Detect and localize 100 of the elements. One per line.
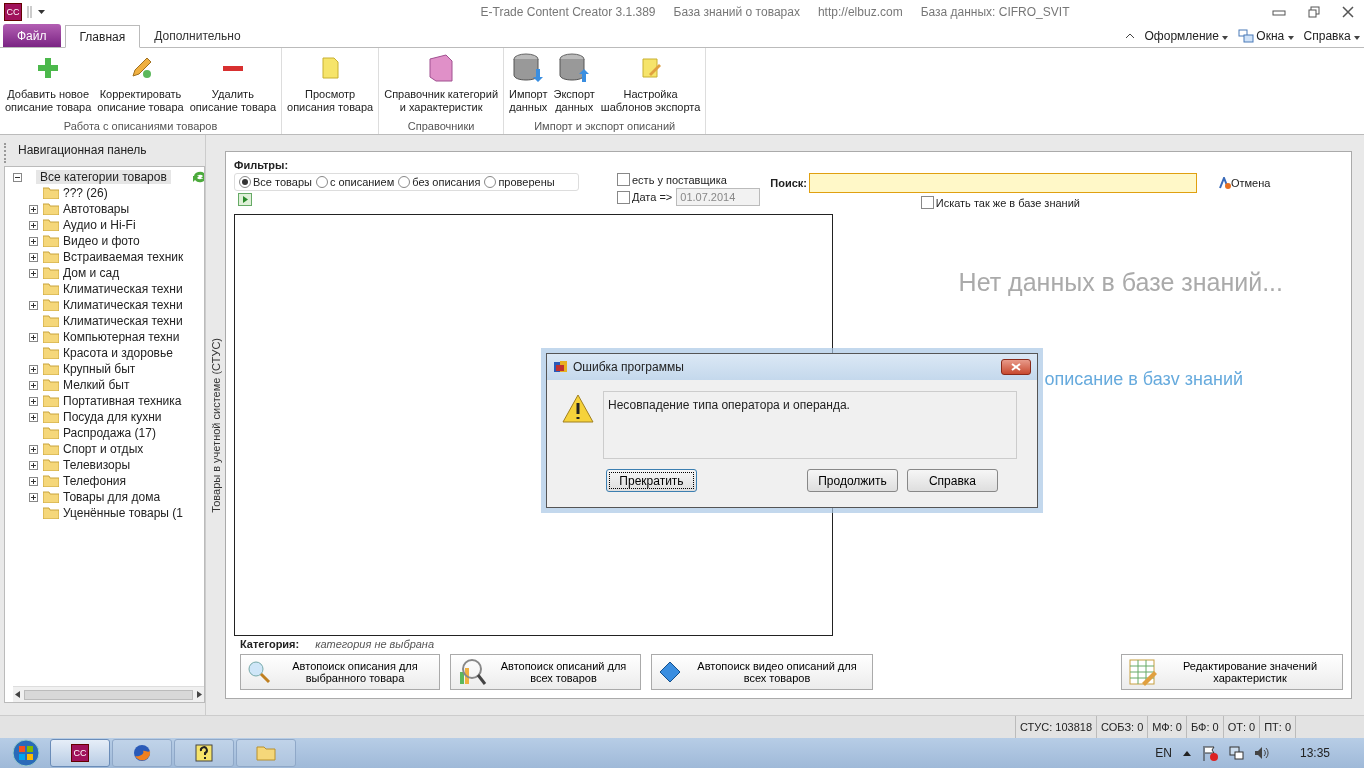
autosearch-button[interactable]: Автопоиск видео описаний для всех товаров — [651, 654, 873, 690]
search-field[interactable] — [808, 173, 1197, 193]
refresh-icon[interactable] — [192, 170, 204, 184]
tree-item[interactable]: Дом и сад — [59, 266, 124, 280]
search-label: Поиск: — [770, 177, 807, 189]
expand-icon[interactable] — [29, 236, 38, 246]
tree-item[interactable]: Красота и здоровье — [59, 346, 177, 360]
close-icon[interactable] — [1342, 6, 1354, 18]
collapse-ribbon-icon[interactable] — [1124, 31, 1135, 40]
tree-item[interactable]: Телевизоры — [59, 458, 135, 472]
tree-item[interactable]: Автотовары — [59, 202, 134, 216]
tree-item[interactable]: Компьютерная техни — [59, 330, 184, 344]
menu-dropdown[interactable]: Окна — [1256, 28, 1294, 43]
close-button[interactable] — [1001, 359, 1031, 375]
clock[interactable]: 13:35 — [1299, 746, 1330, 760]
cancel-link[interactable]: Отмена — [1218, 177, 1271, 189]
network-icon[interactable] — [1227, 745, 1244, 761]
supplier-checkbox[interactable]: есть у поставщика — [617, 173, 761, 186]
expand-icon[interactable] — [29, 476, 38, 486]
dialog-button[interactable]: Продолжить — [807, 469, 898, 492]
tree-item[interactable]: Климатическая техни — [59, 282, 187, 296]
tree-item[interactable]: Портативная техника — [59, 394, 186, 408]
tree-item[interactable]: Видео и фото — [59, 234, 144, 248]
tree-item[interactable]: Климатическая техни — [59, 314, 187, 328]
dialog-button[interactable]: Прекратить — [606, 469, 697, 492]
language-indicator[interactable]: EN — [1155, 746, 1172, 760]
expand-icon[interactable] — [29, 220, 38, 230]
folder-icon — [43, 267, 59, 279]
ribbon-button[interactable]: Удалить описание товара — [186, 48, 280, 120]
ribbon-tab[interactable]: Главная — [64, 25, 141, 48]
quick-access-menu-icon[interactable] — [26, 5, 48, 19]
expand-icon[interactable] — [29, 460, 38, 470]
ribbon-button[interactable]: Корректировать описание товара — [94, 48, 187, 120]
expand-icon[interactable] — [29, 492, 38, 502]
expand-icon[interactable] — [29, 396, 38, 406]
tree-item[interactable]: Аудио и Hi-Fi — [59, 218, 140, 232]
collapse-icon[interactable] — [13, 172, 22, 182]
taskbar-button[interactable] — [174, 739, 234, 767]
ribbon-tab[interactable]: Дополнительно — [140, 24, 255, 47]
play-icon[interactable] — [238, 193, 252, 206]
file-menu-button[interactable]: Файл — [3, 24, 61, 47]
tree-item[interactable]: Распродажа (17) — [59, 426, 160, 440]
tree-item[interactable]: Посуда для кухни — [59, 410, 166, 424]
ribbon-button[interactable]: Просмотр описания товара — [284, 48, 377, 120]
expand-icon[interactable] — [29, 300, 38, 310]
side-panel-tab[interactable]: Товары в учетной системе (СТУС) — [205, 135, 225, 715]
tree-item[interactable]: Товары для дома — [59, 490, 165, 504]
ribbon-group-title: Работа с описаниями товаров — [63, 120, 218, 132]
minimize-icon[interactable] — [1272, 7, 1286, 17]
expand-icon[interactable] — [29, 412, 38, 422]
expand-icon[interactable] — [29, 444, 38, 454]
ribbon-button[interactable]: Настройка шаблонов экспорта — [597, 48, 704, 120]
restore-icon[interactable] — [1308, 6, 1320, 18]
tree-item[interactable]: ??? (26) — [59, 186, 112, 200]
ribbon-button[interactable]: Справочник категорий и характеристик — [381, 48, 502, 120]
ribbon-button[interactable]: Экспорт данных — [550, 48, 598, 120]
filter-radio[interactable]: проверены — [484, 176, 555, 188]
windows-icon — [1238, 28, 1255, 43]
tree-item[interactable]: Крупный быт — [59, 362, 140, 376]
date-checkbox[interactable]: Дата => — [617, 190, 673, 204]
flag-icon[interactable] — [1201, 745, 1218, 761]
tree-item[interactable]: Телефония — [59, 474, 130, 488]
ribbon-button[interactable]: Импорт данных — [506, 48, 551, 120]
knowledge-base-checkbox[interactable]: Искать так же в базе знаний — [920, 196, 1080, 209]
volume-icon[interactable] — [1253, 745, 1270, 761]
filter-radio[interactable]: Все товары — [239, 176, 312, 188]
tree-item[interactable]: Спорт и отдых — [59, 442, 148, 456]
warning-icon — [562, 394, 594, 423]
tree-item[interactable]: Уценённые товары (1 — [59, 506, 187, 520]
scroll-right-icon[interactable] — [197, 691, 202, 698]
tree-item[interactable]: Мелкий быт — [59, 378, 134, 392]
tree-item[interactable]: Климатическая техни — [59, 298, 187, 312]
expand-icon[interactable] — [29, 252, 38, 262]
menu-dropdown[interactable]: Справка — [1303, 28, 1360, 43]
caret-icon — [1354, 35, 1360, 40]
ribbon-button[interactable]: Добавить новое описание товара — [2, 48, 95, 120]
ribbon-group-title: Импорт и экспорт описаний — [534, 120, 676, 132]
expand-icon[interactable] — [29, 204, 38, 214]
folder-icon — [43, 235, 59, 247]
tree-item[interactable]: Встраиваемая техник — [59, 250, 188, 264]
filter-radio[interactable]: с описанием — [315, 176, 395, 188]
scroll-left-icon[interactable] — [15, 691, 20, 698]
expand-icon[interactable] — [29, 380, 38, 390]
tree-item[interactable]: Все категории товаров — [36, 170, 171, 184]
taskbar-button[interactable] — [112, 739, 172, 767]
folder-icon — [43, 315, 59, 327]
dialog-button[interactable]: Справка — [907, 469, 998, 492]
autosearch-button[interactable]: Автопоиск описаний для всех товаров — [450, 654, 641, 690]
scrollbar[interactable] — [13, 686, 204, 702]
taskbar-button[interactable]: CC — [50, 739, 110, 767]
tray-expand-icon[interactable] — [1181, 749, 1192, 757]
menu-dropdown[interactable]: Оформление — [1144, 28, 1229, 43]
folder-icon — [43, 427, 59, 439]
expand-icon[interactable] — [29, 332, 38, 342]
edit-values-button[interactable]: Редактирование значений характеристик — [1121, 654, 1343, 690]
autosearch-button[interactable]: Автопоиск описания для выбранного товара — [240, 654, 440, 690]
expand-icon[interactable] — [29, 268, 38, 278]
filter-radio[interactable]: без описания — [398, 176, 481, 188]
folder-icon — [43, 299, 59, 311]
expand-icon[interactable] — [29, 364, 38, 374]
